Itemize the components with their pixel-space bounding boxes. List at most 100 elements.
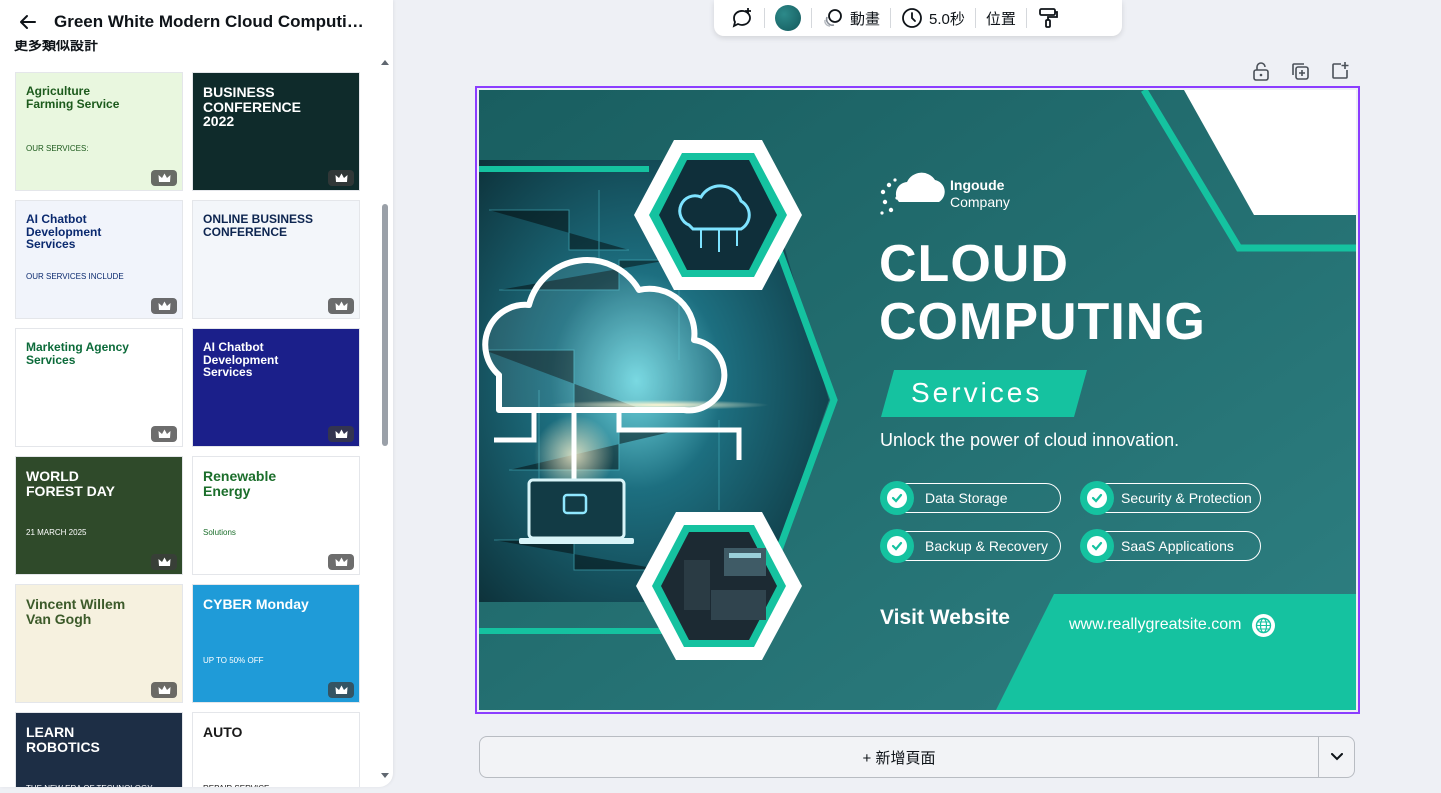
premium-crown-icon (328, 426, 354, 442)
add-comment-icon (732, 8, 751, 28)
color-button[interactable] (769, 4, 807, 32)
template-side-panel: Green White Modern Cloud Computing S... … (0, 0, 393, 787)
template-thumbnail[interactable]: ONLINE BUSINESS CONFERENCE (192, 200, 360, 319)
copy-style-button[interactable] (1031, 4, 1065, 32)
template-title: BUSINESS CONFERENCE 2022 (203, 84, 302, 130)
animate-icon (824, 9, 842, 27)
template-title: CYBER Monday (203, 596, 309, 612)
template-title: WORLD FOREST DAY (26, 468, 115, 499)
back-button[interactable] (14, 8, 42, 36)
clock-icon (902, 8, 922, 28)
toolbar-divider (890, 8, 892, 28)
template-thumbnail[interactable]: Renewable Energy Solutions (192, 456, 360, 575)
headline-line-1[interactable]: CLOUD (879, 234, 1069, 294)
template-thumbnail[interactable]: AUTO REPAIR SERVICE (192, 712, 360, 787)
toolbar-divider (1025, 8, 1027, 28)
add-page-dropdown[interactable] (1318, 736, 1355, 778)
template-thumbnail[interactable]: Vincent Willem Van Gogh (15, 584, 183, 703)
panel-title: Green White Modern Cloud Computing S... (54, 12, 374, 31)
color-swatch (775, 5, 801, 31)
template-title: ONLINE BUSINESS CONFERENCE (203, 212, 314, 239)
premium-crown-icon (328, 170, 354, 186)
template-title: AI Chatbot Development Services (203, 340, 279, 380)
add-page-button[interactable]: + 新增頁面 (479, 736, 1319, 778)
template-title: Marketing Agency Services (26, 340, 129, 367)
check-badge (1080, 481, 1114, 515)
template-thumbnail[interactable]: LEARN ROBOTICS THE NEW ERA OF TECHNOLOGY (15, 712, 183, 787)
premium-crown-icon (328, 682, 354, 698)
check-icon (1091, 541, 1103, 551)
template-thumbnail[interactable]: Agriculture Farming Service OUR SERVICES: (15, 72, 183, 191)
feature-label: SaaS Applications (1121, 538, 1234, 554)
unlock-icon (1253, 62, 1269, 81)
arrow-left-icon (20, 15, 36, 29)
toolbar-divider (764, 8, 765, 28)
paint-roller-icon (1038, 8, 1058, 28)
template-title: AUTO (203, 724, 243, 740)
brand-subtitle[interactable]: Company (950, 194, 1010, 210)
template-title: LEARN ROBOTICS (26, 724, 100, 755)
template-thumbnail[interactable]: WORLD FOREST DAY 21 MARCH 2025 (15, 456, 183, 575)
premium-crown-icon (328, 554, 354, 570)
template-thumbnail[interactable]: Marketing Agency Services (15, 328, 183, 447)
position-label: 位置 (985, 10, 1016, 28)
position-button[interactable]: 位置 (980, 4, 1022, 32)
comment-button[interactable] (724, 4, 760, 32)
template-thumbnail[interactable]: AI Chatbot Development Services (192, 328, 360, 447)
animate-label: 動畫 (850, 10, 881, 28)
section-heading: 更多類似設計 (14, 40, 98, 53)
panel-header: Green White Modern Cloud Computing S... (0, 0, 393, 44)
chevron-down-icon (1330, 753, 1343, 761)
template-subtitle: OUR SERVICES: (26, 144, 89, 153)
check-badge (880, 529, 914, 563)
scroll-up-icon[interactable] (380, 58, 390, 66)
animate-button[interactable]: 動畫 (816, 4, 886, 32)
feature-label: Backup & Recovery (925, 538, 1048, 554)
headline-line-2[interactable]: COMPUTING (879, 292, 1206, 352)
lock-page-button[interactable] (1250, 60, 1272, 82)
duplicate-icon (1292, 63, 1309, 80)
visit-website-label[interactable]: Visit Website (880, 606, 1010, 630)
website-url[interactable]: www.reallygreatsite.com (1069, 616, 1242, 634)
panel-scrollbar[interactable] (378, 56, 392, 786)
add-page-icon (1332, 62, 1349, 79)
template-title: Agriculture Farming Service (26, 84, 120, 111)
template-subtitle: UP TO 50% OFF (203, 656, 264, 665)
check-icon (891, 541, 903, 551)
feature-label: Data Storage (925, 490, 1008, 506)
template-subtitle: 21 MARCH 2025 (26, 528, 87, 537)
template-subtitle: Solutions (203, 528, 236, 537)
template-thumbnail[interactable]: AI Chatbot Development Services OUR SERVI… (15, 200, 183, 319)
template-thumbnail[interactable]: CYBER Monday UP TO 50% OFF (192, 584, 360, 703)
globe-icon (1252, 614, 1275, 637)
add-page-icon-button[interactable] (1329, 60, 1351, 82)
premium-crown-icon (151, 170, 177, 186)
check-icon (1091, 493, 1103, 503)
toolbar-divider (974, 8, 976, 28)
duration-label: 5.0秒 (929, 10, 965, 28)
scroll-down-icon[interactable] (380, 772, 390, 780)
tagline[interactable]: Unlock the power of cloud innovation. (880, 430, 1179, 451)
premium-crown-icon (151, 298, 177, 314)
premium-crown-icon (328, 298, 354, 314)
template-title: Vincent Willem Van Gogh (26, 596, 126, 627)
template-title: Renewable Energy (203, 468, 277, 499)
design-canvas[interactable]: Ingoude Company CLOUD COMPUTING Services… (479, 90, 1356, 710)
services-label[interactable]: Services (911, 377, 1042, 409)
check-badge (1080, 529, 1114, 563)
premium-crown-icon (151, 554, 177, 570)
brand-name[interactable]: Ingoude (950, 177, 1004, 193)
toolbar-divider (811, 8, 812, 28)
element-toolbar: 動畫 5.0秒 位置 (714, 0, 1122, 36)
template-subtitle: OUR SERVICES INCLUDE (26, 272, 124, 281)
template-subtitle: REPAIR SERVICE (203, 784, 269, 787)
duplicate-page-button[interactable] (1289, 60, 1311, 82)
scroll-thumb[interactable] (382, 204, 388, 446)
template-subtitle: THE NEW ERA OF TECHNOLOGY (26, 784, 153, 787)
template-title: AI Chatbot Development Services (26, 212, 102, 252)
template-thumbnail[interactable]: BUSINESS CONFERENCE 2022 (192, 72, 360, 191)
premium-crown-icon (151, 682, 177, 698)
premium-crown-icon (151, 426, 177, 442)
feature-label: Security & Protection (1121, 490, 1252, 506)
duration-button[interactable]: 5.0秒 (895, 4, 971, 32)
